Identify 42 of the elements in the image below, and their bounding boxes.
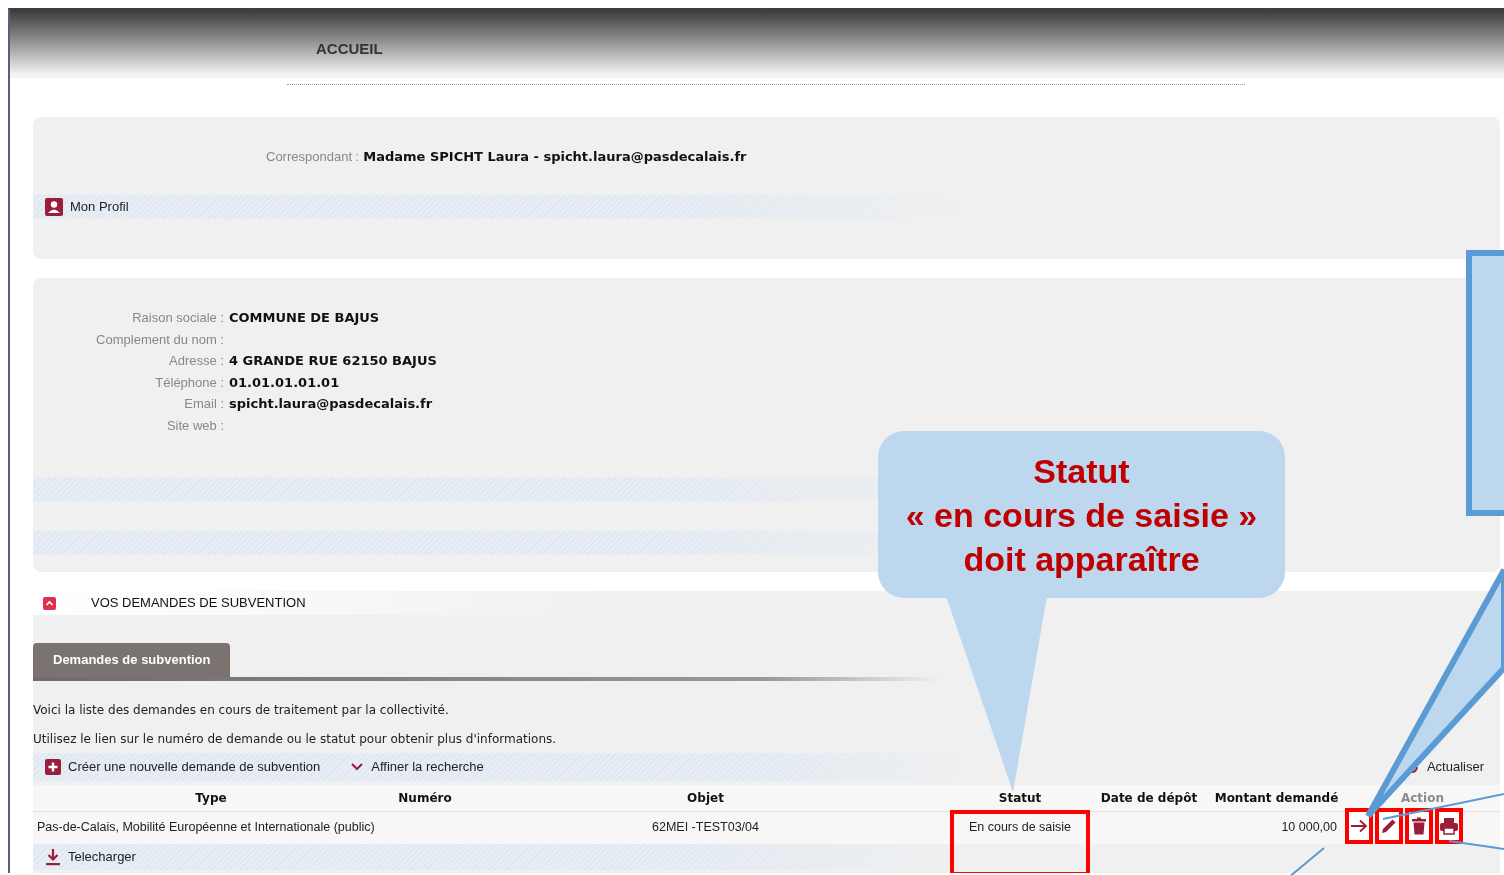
section-title: VOS DEMANDES DE SUBVENTION <box>91 594 306 613</box>
field-label: Complement du nom : <box>95 330 225 349</box>
column-header: Action <box>1400 790 1444 805</box>
column-header: Statut <box>998 790 1042 805</box>
field-value: 4 GRANDE RUE 62150 BAJUS <box>229 352 437 370</box>
profile-link[interactable]: Mon Profil <box>45 196 129 217</box>
table-cell: 10 000,00 <box>1281 819 1337 834</box>
status-link[interactable]: En cours de saisie <box>968 819 1072 834</box>
create-request-link[interactable]: Créer une nouvelle demande de subvention <box>45 756 321 777</box>
field-value: Madame SPICHT Laura - spicht.laura@pasdecalais.fr <box>363 148 747 166</box>
field-label: Raison sociale : <box>131 309 225 327</box>
trash-icon <box>1411 816 1427 835</box>
arrow-right-icon <box>1350 818 1368 833</box>
field-label: Adresse : <box>168 352 225 370</box>
collapse-icon[interactable] <box>43 596 56 610</box>
field-label: Email : <box>183 395 225 413</box>
field-value: 01.01.01.01.01 <box>229 373 340 392</box>
download-link[interactable]: Telecharger <box>45 846 136 867</box>
column-header: Numéro <box>398 790 452 805</box>
field-value: COMMUNE DE BAJUS <box>229 309 380 327</box>
field-label: Correspondant : <box>266 148 360 166</box>
intro-text: Utilisez le lien sur le numéro de demande ou le statut pour obtenir plus d'informations. <box>33 730 558 748</box>
field-label: Téléphone : <box>154 373 225 392</box>
download-icon <box>45 847 61 866</box>
column-header: Type <box>195 790 227 805</box>
leader-line <box>1448 840 1504 850</box>
table-cell-text: Pas-de-Calais, Mobilité Européenne et Internationale (public) <box>36 818 376 836</box>
page-title: ACCUEIL <box>316 39 383 59</box>
intro-text: Voici la liste des demandes en cours de traitement par la collectivité. <box>33 701 450 719</box>
column-header: Montant demandé <box>1214 790 1339 805</box>
profile-icon <box>45 197 63 216</box>
field-value: spicht.laura@pasdecalais.fr <box>229 395 433 413</box>
field-label: Site web : <box>165 416 225 435</box>
chevron-down-icon <box>350 761 365 772</box>
column-header: Date de dépôt <box>1100 790 1198 805</box>
printer-icon <box>1439 816 1459 835</box>
table-cell: 62MEI -TEST03/04 <box>652 819 759 834</box>
tab[interactable]: Demandes de subvention <box>33 643 231 677</box>
action-button[interactable] <box>1435 807 1463 844</box>
filter-toggle[interactable]: Affiner la recherche <box>350 756 484 777</box>
column-header: Objet <box>687 790 724 805</box>
plus-icon <box>45 758 61 775</box>
